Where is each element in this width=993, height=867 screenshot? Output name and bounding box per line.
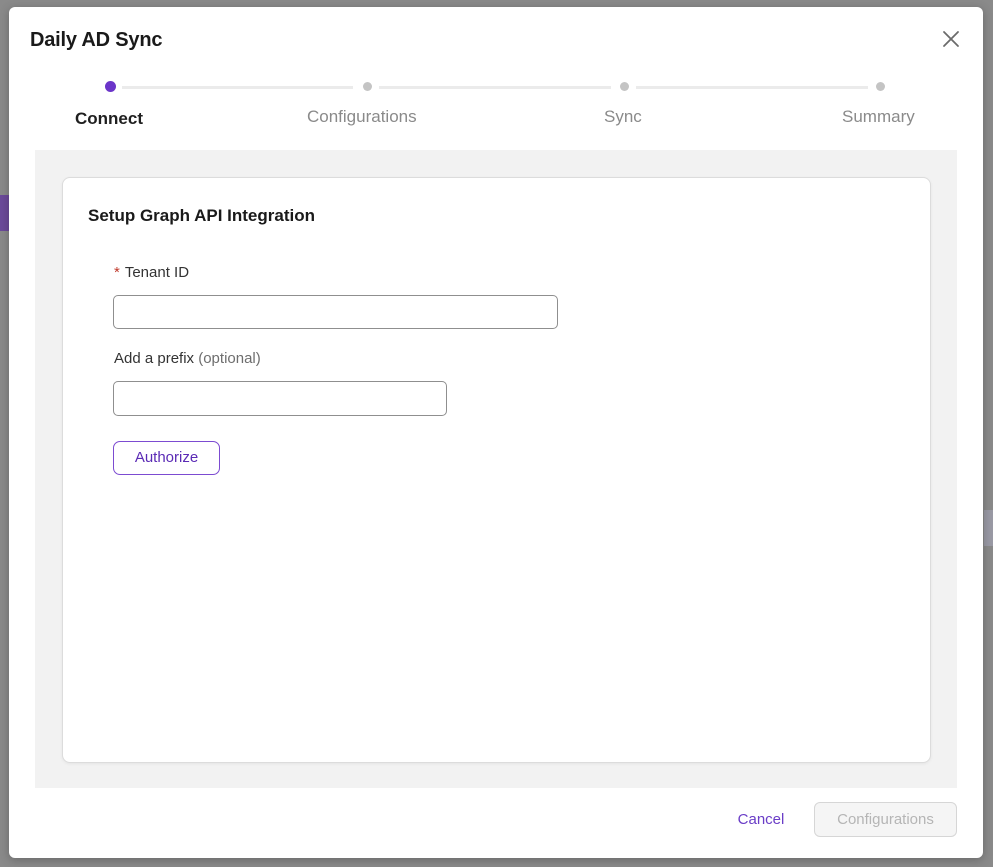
cancel-button[interactable]: Cancel [719, 807, 803, 833]
optional-hint: (optional) [198, 350, 261, 367]
close-button[interactable] [939, 27, 963, 51]
step-label-configurations: Configurations [307, 107, 417, 126]
tenant-id-input[interactable] [113, 295, 558, 329]
step-dot-sync [620, 82, 629, 91]
close-icon [939, 27, 963, 51]
step-connector [636, 86, 868, 89]
step-label-connect: Connect [75, 109, 143, 128]
step-dot-configurations [363, 82, 372, 91]
next-configurations-button[interactable]: Configurations [814, 802, 957, 837]
background-accent [984, 510, 993, 546]
step-label-sync: Sync [604, 107, 642, 126]
authorize-button[interactable]: Authorize [113, 441, 220, 475]
modal-title: Daily AD Sync [30, 29, 163, 51]
background-accent [0, 195, 9, 231]
tenant-id-label: * Tenant ID [114, 264, 189, 281]
prefix-input[interactable] [113, 381, 447, 416]
content-area: Setup Graph API Integration * Tenant ID A… [35, 150, 957, 788]
integration-card: Setup Graph API Integration * Tenant ID A… [62, 177, 931, 763]
required-mark: * [114, 264, 120, 281]
card-title: Setup Graph API Integration [88, 206, 315, 225]
step-connector [379, 86, 611, 89]
tenant-id-label-text: Tenant ID [124, 264, 190, 281]
step-dot-connect [105, 81, 116, 92]
daily-ad-sync-modal: Daily AD Sync Connect Configurations Syn… [9, 7, 983, 858]
step-label-summary: Summary [842, 107, 915, 126]
step-connector [122, 86, 353, 89]
prefix-label: Add a prefix (optional) [114, 350, 261, 367]
step-dot-summary [876, 82, 885, 91]
prefix-label-text: Add a prefix [114, 350, 195, 367]
